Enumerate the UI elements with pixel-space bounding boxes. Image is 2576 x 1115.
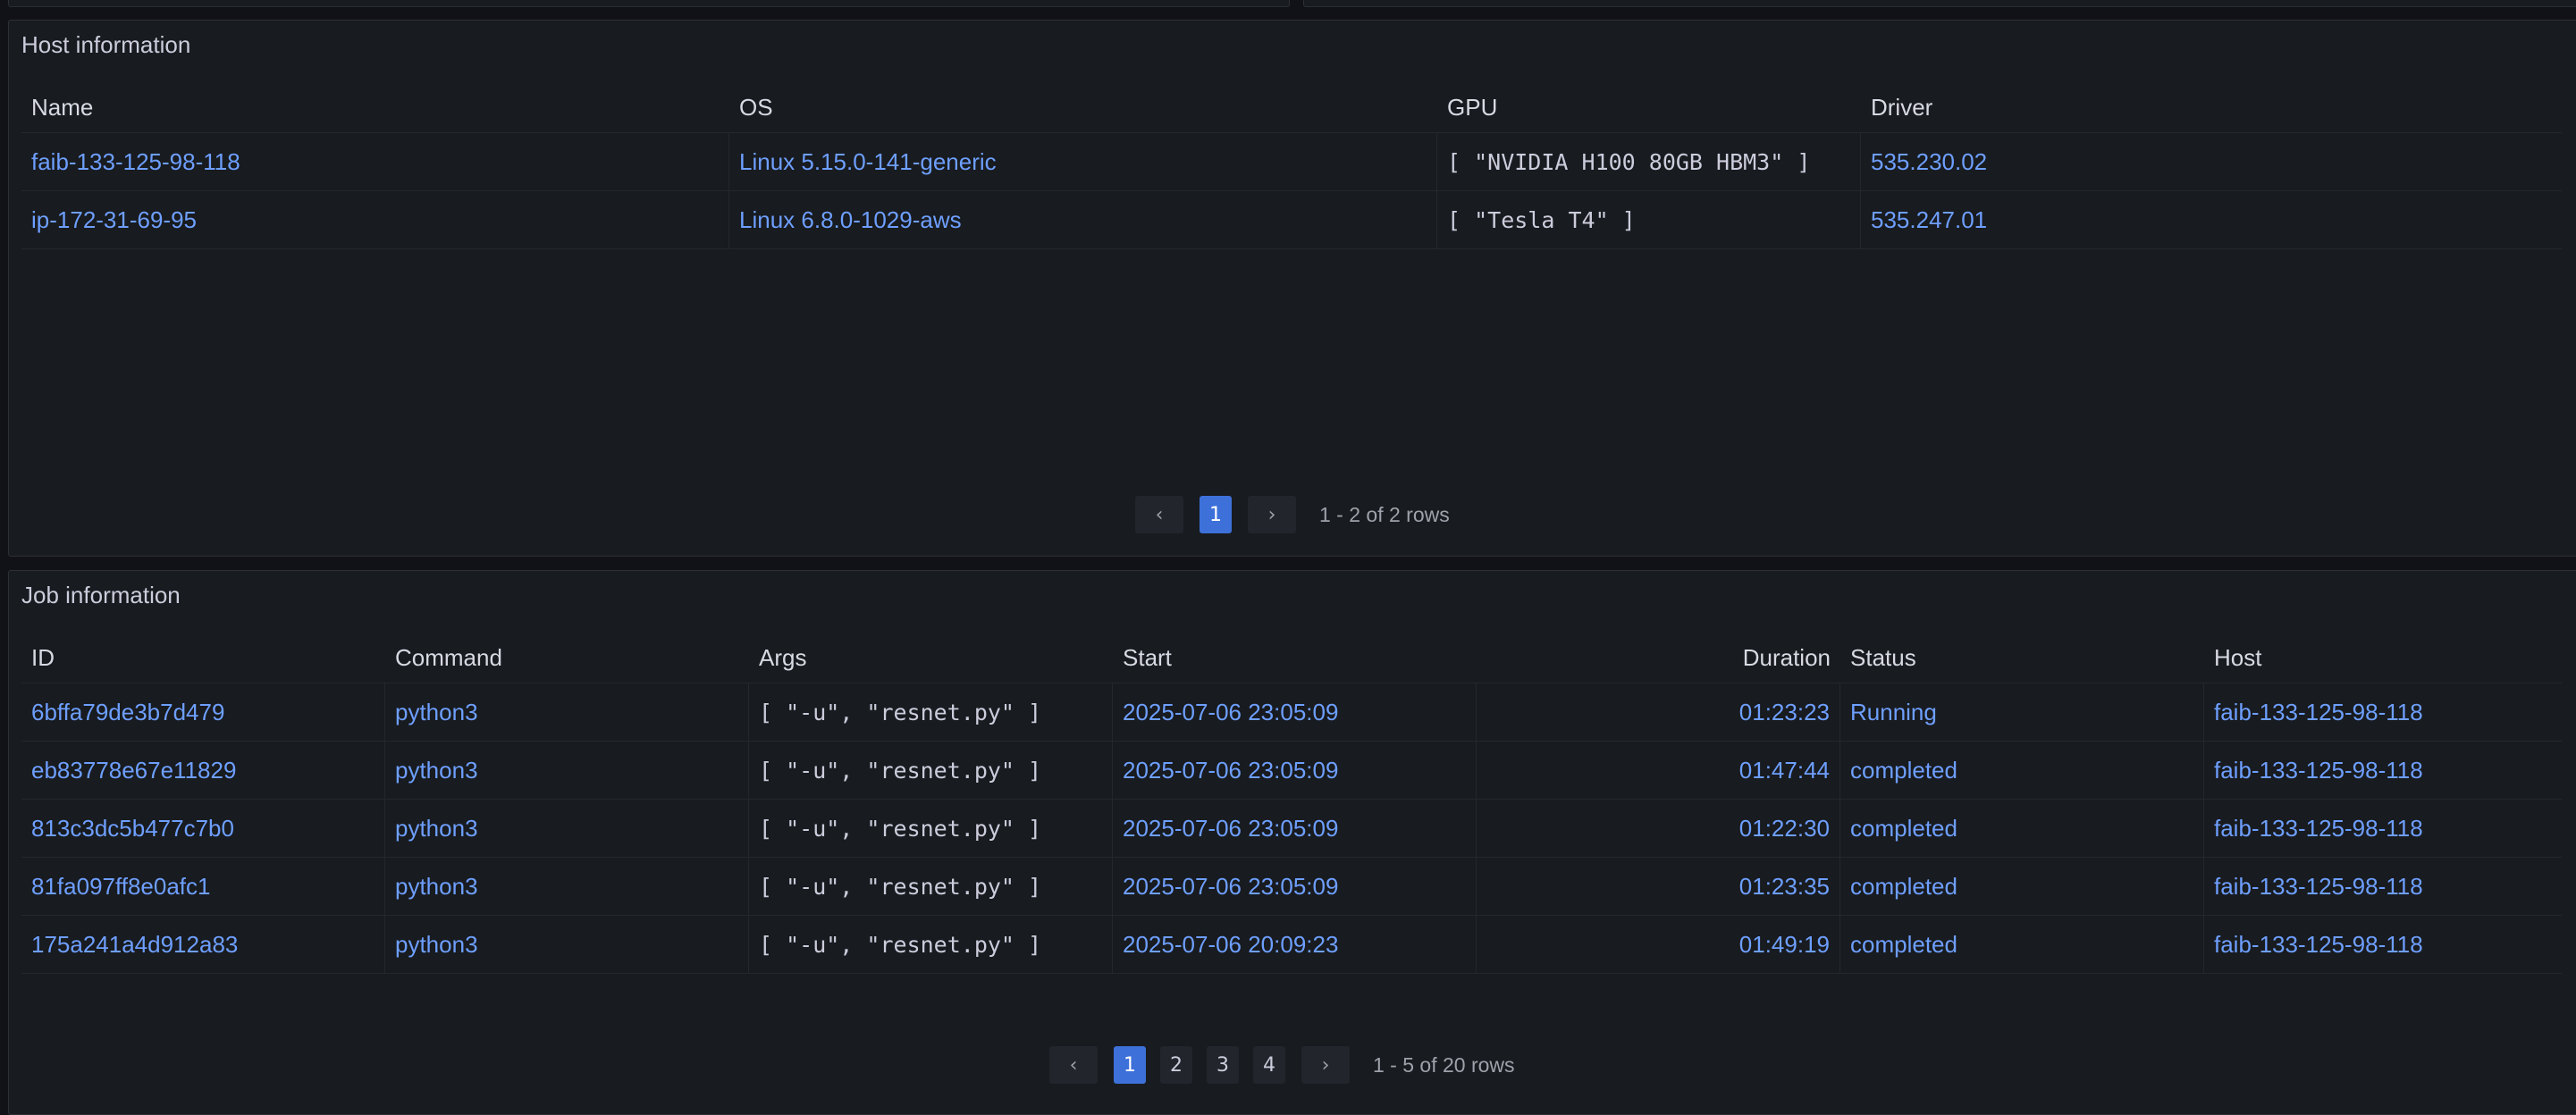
table-row: faib-133-125-98-118 Linux 5.15.0-141-gen… [21,133,2562,191]
page-1-button[interactable]: 1 [1114,1046,1146,1084]
host-link[interactable]: faib-133-125-98-118 [2204,916,2562,973]
host-link[interactable]: faib-133-125-98-118 [2204,742,2562,799]
start-link[interactable]: 2025-07-06 20:09:23 [1113,916,1477,973]
command-link[interactable]: python3 [385,742,749,799]
job-id-link[interactable]: 6bffa79de3b7d479 [21,683,385,741]
status-link[interactable]: completed [1840,916,2204,973]
start-link[interactable]: 2025-07-06 23:05:09 [1113,800,1477,857]
args-value: [ "-u", "resnet.py" ] [749,916,1113,973]
table-header: Name OS GPU Driver [21,83,2562,133]
duration-link[interactable]: 01:23:23 [1477,683,1840,741]
page-4-button[interactable]: 4 [1253,1046,1285,1084]
column-header-gpu[interactable]: GPU [1437,83,1861,132]
job-id-link[interactable]: 81fa097ff8e0afc1 [21,858,385,915]
panel-stub-right [1303,0,2576,7]
job-pagination: ‹ 1 2 3 4 › 1 - 5 of 20 rows [1049,1046,1515,1084]
args-value: [ "-u", "resnet.py" ] [749,800,1113,857]
command-link[interactable]: python3 [385,800,749,857]
status-link[interactable]: Running [1840,683,2204,741]
driver-link[interactable]: 535.230.02 [1861,133,2562,190]
column-header-status[interactable]: Status [1840,633,2204,683]
args-value: [ "-u", "resnet.py" ] [749,742,1113,799]
host-link[interactable]: faib-133-125-98-118 [2204,800,2562,857]
host-pagination: ‹ 1 › 1 - 2 of 2 rows [1135,496,1450,533]
host-name-link[interactable]: faib-133-125-98-118 [21,133,729,190]
duration-link[interactable]: 01:49:19 [1477,916,1840,973]
start-link[interactable]: 2025-07-06 23:05:09 [1113,683,1477,741]
next-page-button[interactable]: › [1301,1046,1350,1084]
os-link[interactable]: Linux 6.8.0-1029-aws [729,191,1437,248]
column-header-command[interactable]: Command [385,633,749,683]
table-row: 81fa097ff8e0afc1 python3 [ "-u", "resnet… [21,858,2562,916]
driver-link[interactable]: 535.247.01 [1861,191,2562,248]
column-header-host[interactable]: Host [2204,633,2562,683]
panel-title: Host information [21,31,191,58]
host-table: Name OS GPU Driver faib-133-125-98-118 L… [21,83,2562,249]
host-information-panel: Host information Name OS GPU Driver faib… [8,20,2576,557]
duration-link[interactable]: 01:22:30 [1477,800,1840,857]
rows-info: 1 - 2 of 2 rows [1319,502,1450,526]
table-row: eb83778e67e11829 python3 [ "-u", "resnet… [21,742,2562,800]
page-1-button[interactable]: 1 [1200,496,1232,533]
command-link[interactable]: python3 [385,683,749,741]
page-2-button[interactable]: 2 [1160,1046,1192,1084]
table-row: ip-172-31-69-95 Linux 6.8.0-1029-aws [ "… [21,191,2562,249]
table-row: 175a241a4d912a83 python3 [ "-u", "resnet… [21,916,2562,974]
duration-link[interactable]: 01:23:35 [1477,858,1840,915]
page-3-button[interactable]: 3 [1207,1046,1239,1084]
table-header: ID Command Args Start Duration Status Ho… [21,633,2562,683]
status-link[interactable]: completed [1840,800,2204,857]
column-header-os[interactable]: OS [729,83,1437,132]
args-value: [ "-u", "resnet.py" ] [749,683,1113,741]
next-page-button[interactable]: › [1248,496,1296,533]
panel-title: Job information [21,582,181,608]
command-link[interactable]: python3 [385,858,749,915]
column-header-start[interactable]: Start [1113,633,1477,683]
job-id-link[interactable]: eb83778e67e11829 [21,742,385,799]
rows-info: 1 - 5 of 20 rows [1373,1052,1515,1077]
panel-stub-left [8,0,1290,7]
table-row: 813c3dc5b477c7b0 python3 [ "-u", "resnet… [21,800,2562,858]
gpu-value: [ "NVIDIA H100 80GB HBM3" ] [1437,133,1861,190]
job-information-panel: Job information ID Command Args Start Du… [8,570,2576,1115]
start-link[interactable]: 2025-07-06 23:05:09 [1113,742,1477,799]
job-table: ID Command Args Start Duration Status Ho… [21,633,2562,974]
os-link[interactable]: Linux 5.15.0-141-generic [729,133,1437,190]
job-id-link[interactable]: 813c3dc5b477c7b0 [21,800,385,857]
column-header-name[interactable]: Name [21,83,729,132]
status-link[interactable]: completed [1840,858,2204,915]
host-link[interactable]: faib-133-125-98-118 [2204,683,2562,741]
previous-page-button[interactable]: ‹ [1049,1046,1098,1084]
args-value: [ "-u", "resnet.py" ] [749,858,1113,915]
previous-page-button[interactable]: ‹ [1135,496,1183,533]
column-header-args[interactable]: Args [749,633,1113,683]
job-id-link[interactable]: 175a241a4d912a83 [21,916,385,973]
duration-link[interactable]: 01:47:44 [1477,742,1840,799]
column-header-driver[interactable]: Driver [1861,83,2562,132]
table-row: 6bffa79de3b7d479 python3 [ "-u", "resnet… [21,683,2562,742]
command-link[interactable]: python3 [385,916,749,973]
status-link[interactable]: completed [1840,742,2204,799]
column-header-id[interactable]: ID [21,633,385,683]
gpu-value: [ "Tesla T4" ] [1437,191,1861,248]
column-header-duration[interactable]: Duration [1477,633,1840,683]
start-link[interactable]: 2025-07-06 23:05:09 [1113,858,1477,915]
host-link[interactable]: faib-133-125-98-118 [2204,858,2562,915]
host-name-link[interactable]: ip-172-31-69-95 [21,191,729,248]
